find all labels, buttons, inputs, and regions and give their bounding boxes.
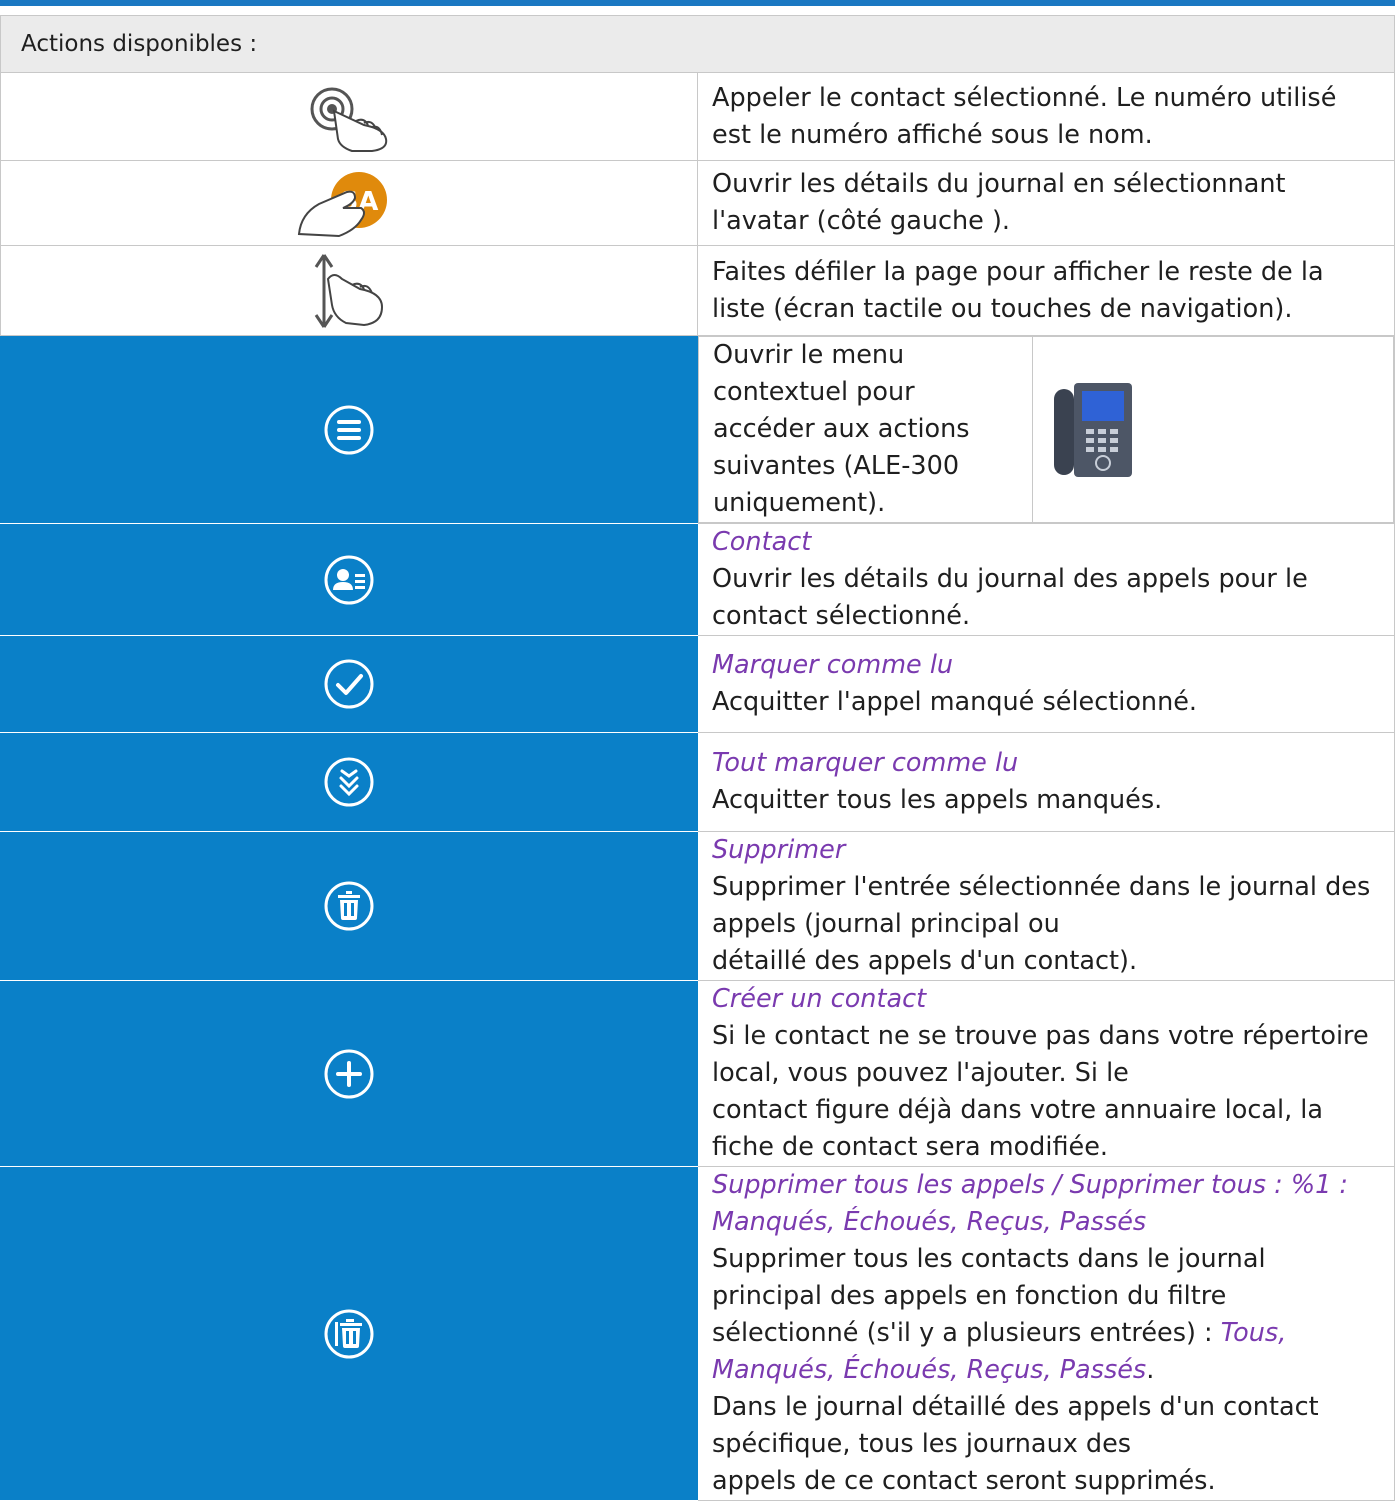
action-title: Tout marquer comme lu — [712, 748, 1019, 778]
row-description-line: détaillé des appels d'un contact). — [712, 946, 1138, 976]
text-segment: sélectionné (s'il y a plusieurs entrées)… — [712, 1318, 1221, 1348]
avatar-tap-icon: SA — [0, 160, 698, 246]
table-row: Faites défiler la page pour afficher le … — [0, 245, 1395, 336]
check-circle-icon — [0, 635, 698, 733]
table-header-row: Actions disponibles : — [0, 15, 1395, 73]
trash-all-icon — [0, 1166, 698, 1501]
row-description-line: suivantes (ALE-300 uniquement). — [713, 451, 960, 518]
row-description-line: Dans le journal détaillé des appels d'un… — [712, 1392, 1319, 1459]
row-description-line: appels de ce contact seront supprimés. — [712, 1466, 1216, 1496]
row-description-text: Acquitter l'appel manqué sélectionné. — [712, 687, 1198, 717]
row-description-line: contact figure déjà dans votre annuaire … — [712, 1095, 1324, 1162]
actions-table: Actions disponibles : Appeler le contact… — [0, 15, 1395, 1501]
table-row: Tout marquer comme lu Acquitter tous les… — [0, 732, 1395, 832]
row-description-line: Ouvrir le menu contextuel pour accéder a… — [713, 340, 970, 444]
row-description: Créer un contact Si le contact ne se tro… — [697, 980, 1395, 1167]
row-description: Appeler le contact sélectionné. Le numér… — [697, 72, 1395, 161]
table-row: Supprimer Supprimer l'entrée sélectionné… — [0, 831, 1395, 981]
table-row: SA Ouvrir les détails du journal en séle… — [0, 160, 1395, 246]
row-description-line: sélectionné (s'il y a plusieurs entrées)… — [712, 1315, 1382, 1389]
row-description: Marquer comme lu Acquitter l'appel manqu… — [697, 635, 1395, 733]
table-row: Contact Ouvrir les détails du journal de… — [0, 523, 1395, 636]
row-description-text: Acquitter tous les appels manqués. — [712, 785, 1163, 815]
table-row: Ouvrir le menu contextuel pour accéder a… — [0, 335, 1395, 524]
table-header: Actions disponibles : — [0, 15, 1395, 73]
table-row: Marquer comme lu Acquitter l'appel manqu… — [0, 635, 1395, 733]
row-description: Supprimer tous les appels / Supprimer to… — [697, 1166, 1395, 1501]
table-row: Créer un contact Si le contact ne se tro… — [0, 980, 1395, 1167]
trash-icon — [0, 831, 698, 981]
table-row: Supprimer tous les appels / Supprimer to… — [0, 1166, 1395, 1501]
action-title: Marquer comme lu — [712, 650, 954, 680]
top-rule — [0, 0, 1395, 6]
double-check-icon — [0, 732, 698, 832]
action-title: Créer un contact — [712, 984, 927, 1014]
text-segment: . — [1146, 1355, 1155, 1385]
row-description-line: Supprimer l'entrée sélectionnée dans le … — [712, 872, 1371, 939]
table-row: Appeler le contact sélectionné. Le numér… — [0, 72, 1395, 161]
action-title: Supprimer tous les appels / Supprimer to… — [712, 1170, 1348, 1237]
menu-row-inner: Ouvrir le menu contextuel pour accéder a… — [698, 336, 1394, 523]
row-description-line: Supprimer tous les contacts dans le jour… — [712, 1244, 1266, 1311]
row-description: Supprimer Supprimer l'entrée sélectionné… — [697, 831, 1395, 981]
action-title: Contact — [712, 527, 812, 557]
menu-icon — [0, 335, 698, 524]
tap-call-icon — [0, 72, 698, 161]
row-description: Contact Ouvrir les détails du journal de… — [697, 523, 1395, 636]
action-title: Supprimer — [712, 835, 846, 865]
row-description: Tout marquer comme lu Acquitter tous les… — [697, 732, 1395, 832]
scroll-gesture-icon — [0, 245, 698, 336]
row-description-line: Si le contact ne se trouve pas dans votr… — [712, 1021, 1369, 1088]
row-description: Faites défiler la page pour afficher le … — [697, 245, 1395, 336]
contact-card-icon — [0, 523, 698, 636]
plus-circle-icon — [0, 980, 698, 1167]
row-description: Ouvrir le menu contextuel pour accéder a… — [698, 336, 1033, 523]
row-description-text: Ouvrir les détails du journal des appels… — [712, 564, 1308, 631]
row-description-text: Faites défiler la page pour afficher le … — [712, 256, 1324, 324]
row-description: Ouvrir les détails du journal en sélecti… — [697, 160, 1395, 246]
desk-phone-icon — [1032, 336, 1394, 523]
